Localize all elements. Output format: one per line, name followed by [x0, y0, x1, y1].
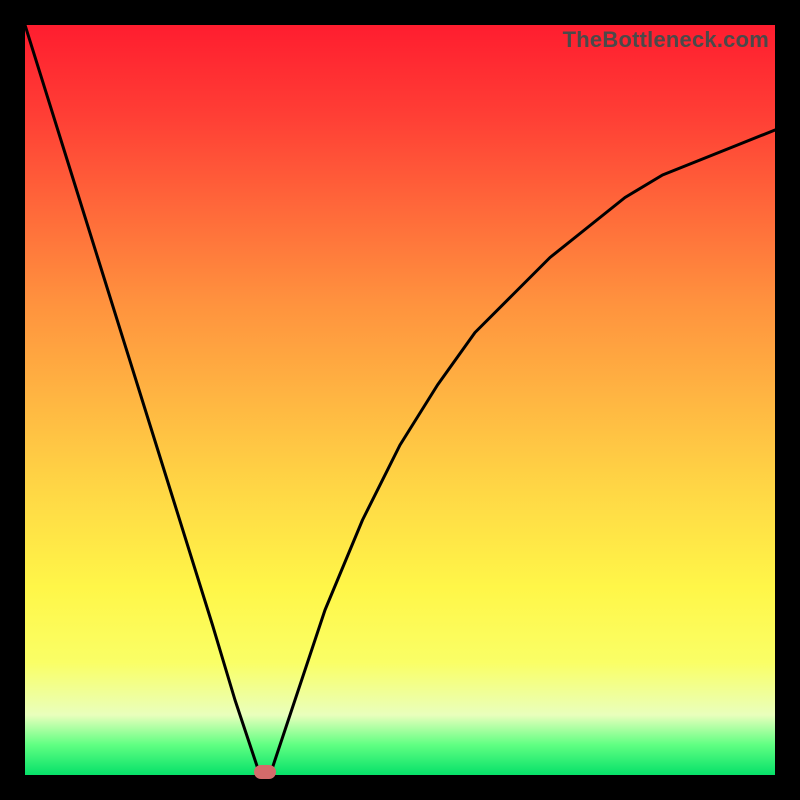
bottleneck-curve	[25, 25, 775, 775]
min-marker	[254, 765, 276, 779]
chart-frame: TheBottleneck.com	[0, 0, 800, 800]
plot-area: TheBottleneck.com	[25, 25, 775, 775]
